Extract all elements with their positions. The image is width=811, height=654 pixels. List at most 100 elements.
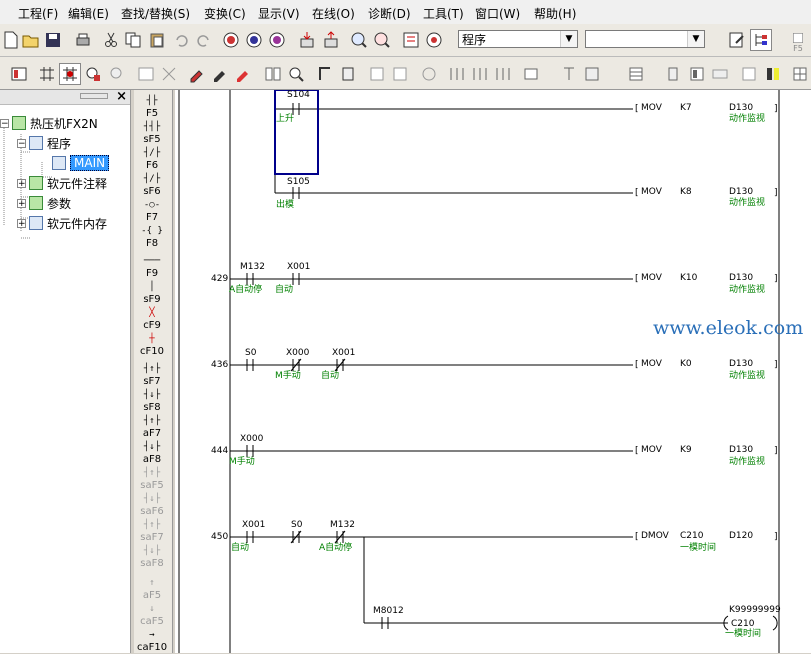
new-file-icon[interactable] xyxy=(0,29,22,51)
monitor-write-icon[interactable] xyxy=(371,29,393,51)
expand-icon[interactable]: + xyxy=(17,198,26,208)
program-select[interactable]: 程序 ▼ xyxy=(458,30,578,48)
ladder-view-icon[interactable] xyxy=(400,29,422,51)
palette-vertical-line[interactable]: │ sF9 xyxy=(137,282,167,306)
list-mode-icon[interactable] xyxy=(135,63,157,85)
menu-convert[interactable]: 变换(C) xyxy=(204,5,246,22)
instruction-destination[interactable]: D130 xyxy=(729,103,753,113)
contact-device-label[interactable]: X001 xyxy=(242,520,265,530)
ladder-scroll-area[interactable] xyxy=(795,90,811,653)
project-tree-toggle-icon[interactable] xyxy=(750,29,772,51)
device-register-icon[interactable] xyxy=(662,63,684,85)
menu-project[interactable]: 工程(F) xyxy=(18,5,58,22)
copy-icon[interactable] xyxy=(122,29,144,51)
palette-line-up[interactable]: ↑ aF5 xyxy=(137,578,167,602)
grid-icon[interactable] xyxy=(789,63,811,85)
comment-mode-icon[interactable] xyxy=(158,63,180,85)
instruction-destination[interactable]: D130 xyxy=(729,273,753,283)
contact-device-label[interactable]: S105 xyxy=(287,177,310,187)
coil-constant[interactable]: K99999999 xyxy=(729,605,781,615)
palette-rising-pulse-parallel[interactable]: ┤↑├ saF7 xyxy=(137,520,167,544)
instruction-destination[interactable]: D130 xyxy=(729,187,753,197)
palette-falling-edge-parallel[interactable]: ┤↓├ aF8 xyxy=(137,442,167,466)
list-view-icon[interactable] xyxy=(423,29,445,51)
palette-horizontal-line[interactable]: ─── F9 xyxy=(137,256,167,280)
save-icon[interactable] xyxy=(42,29,64,51)
read-from-plc-icon[interactable] xyxy=(320,29,342,51)
chevron-down-icon[interactable]: ▼ xyxy=(560,31,577,47)
monitor-write-mode-icon[interactable] xyxy=(106,63,128,85)
palette-rising-pulse[interactable]: ┤↑├ saF5 xyxy=(137,468,167,492)
palette-rising-edge[interactable]: ┤↑├ sF7 xyxy=(137,364,167,388)
palette-rising-edge-parallel[interactable]: ┤↑├ aF7 xyxy=(137,416,167,440)
instruction-source[interactable]: K8 xyxy=(680,187,692,197)
redo-icon[interactable] xyxy=(193,29,215,51)
menu-online[interactable]: 在线(O) xyxy=(312,5,355,22)
tree-item-device-memory[interactable]: + 软元件内存 xyxy=(17,214,107,232)
palette-contact-no-parallel[interactable]: ┤┤├ sF5 xyxy=(137,122,167,146)
plc-icon[interactable] xyxy=(8,63,30,85)
table-icon[interactable] xyxy=(625,63,647,85)
delete-row-icon[interactable] xyxy=(389,63,411,85)
cut-icon[interactable] xyxy=(100,29,122,51)
palette-falling-edge[interactable]: ┤↓├ sF8 xyxy=(137,390,167,414)
palette-line-right[interactable]: → caF10 xyxy=(137,630,167,654)
instruction-op[interactable]: DMOV xyxy=(641,531,669,541)
palette-contact-no[interactable]: ┤├ F5 xyxy=(137,96,167,120)
zoom-icon[interactable] xyxy=(285,63,307,85)
palette-delete-horizontal[interactable]: ╳ cF9 xyxy=(137,308,167,332)
contact-device-label[interactable]: M8012 xyxy=(373,606,404,616)
write-mode-icon[interactable] xyxy=(59,63,81,85)
chevron-down-icon[interactable]: ▼ xyxy=(687,31,704,47)
instruction-destination[interactable]: D120 xyxy=(729,531,753,541)
insert-contact-icon[interactable] xyxy=(446,63,468,85)
expand-icon[interactable]: + xyxy=(17,218,26,228)
device-select[interactable]: ▼ xyxy=(585,30,705,48)
instruction-destination[interactable]: D130 xyxy=(729,445,753,455)
instruction-op[interactable]: MOV xyxy=(641,273,662,283)
palette-contact-nc[interactable]: ┤/├ F6 xyxy=(137,148,167,172)
palette-coil[interactable]: -○- F7 xyxy=(137,200,167,224)
contact-device-label[interactable]: S0 xyxy=(291,520,302,530)
device-list-icon[interactable] xyxy=(581,63,603,85)
insert-row-icon[interactable] xyxy=(366,63,388,85)
instruction-source[interactable]: K7 xyxy=(680,103,692,113)
instruction-op[interactable]: MOV xyxy=(641,103,662,113)
palette-contact-nc-parallel[interactable]: ┤/├ sF6 xyxy=(137,174,167,198)
f5-shortcut-button[interactable]: F5 xyxy=(786,28,810,56)
collapse-icon[interactable]: − xyxy=(17,138,26,148)
io-icon[interactable] xyxy=(762,63,784,85)
contact-device-label[interactable]: S0 xyxy=(245,348,256,358)
menu-diagnostics[interactable]: 诊断(D) xyxy=(368,5,411,22)
instruction-source[interactable]: C210 xyxy=(680,531,703,541)
ladder-mode-icon[interactable] xyxy=(36,63,58,85)
palette-falling-pulse-parallel[interactable]: ┤↓├ saF8 xyxy=(137,546,167,570)
ladder-editor[interactable]: S104 上升 [ MOV K7 D130 动作监视 ] S105 出模 [ M… xyxy=(175,90,811,653)
contact-device-label[interactable]: X000 xyxy=(286,348,309,358)
contact-device-label[interactable]: X001 xyxy=(332,348,355,358)
collapse-icon[interactable]: − xyxy=(0,118,9,128)
timer-icon[interactable] xyxy=(520,63,542,85)
close-icon[interactable]: × xyxy=(116,89,127,104)
undo-icon[interactable] xyxy=(170,29,192,51)
instruction-op[interactable]: MOV xyxy=(641,445,662,455)
paste-icon[interactable] xyxy=(146,29,168,51)
instruction-op[interactable]: MOV xyxy=(641,187,662,197)
palette-delete-vertical[interactable]: ┼ cF10 xyxy=(137,334,167,358)
insert-line-icon[interactable] xyxy=(492,63,514,85)
expand-icon[interactable]: + xyxy=(17,178,26,188)
error-icon[interactable] xyxy=(709,63,731,85)
menu-edit[interactable]: 编辑(E) xyxy=(68,5,109,22)
palette-falling-pulse[interactable]: ┤↓├ saF6 xyxy=(137,494,167,518)
insert-coil-icon[interactable] xyxy=(469,63,491,85)
instruction-source[interactable]: K9 xyxy=(680,445,692,455)
coil-device-label[interactable]: C210 xyxy=(731,619,754,629)
menu-find-replace[interactable]: 查找/替换(S) xyxy=(121,5,190,22)
contact-device-label[interactable]: X000 xyxy=(240,434,263,444)
contact-device-label[interactable]: X001 xyxy=(287,262,310,272)
device-search-icon[interactable] xyxy=(220,29,242,51)
contact-device-label[interactable]: M132 xyxy=(240,262,265,272)
contact-device-label[interactable]: M132 xyxy=(330,520,355,530)
tree-item-program[interactable]: − 程序 xyxy=(17,134,71,152)
tree-drag-handle[interactable] xyxy=(80,93,108,99)
